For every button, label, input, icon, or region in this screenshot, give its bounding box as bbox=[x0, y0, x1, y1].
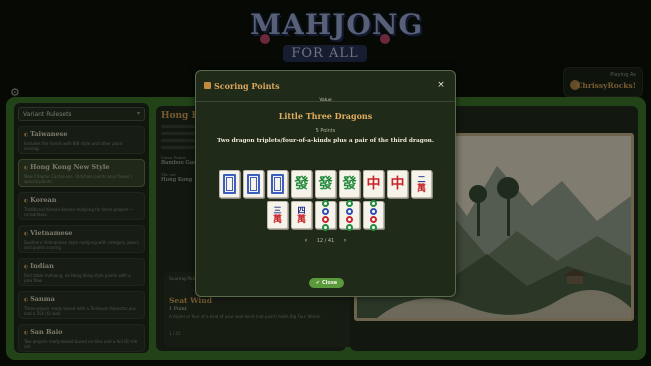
tile-number: 二 bbox=[417, 173, 426, 184]
tile-dot bbox=[370, 199, 377, 207]
pager: ‹ 12 / 41 › bbox=[196, 237, 455, 244]
tile-dot bbox=[322, 207, 329, 215]
tile-glyph: 發 bbox=[318, 176, 333, 192]
character-tile: 三萬 bbox=[267, 201, 288, 229]
tile-glyph: 中 bbox=[366, 176, 381, 192]
white-dragon-tile bbox=[219, 170, 240, 198]
white-dragon-frame bbox=[223, 174, 236, 194]
character-tile: 四萬 bbox=[291, 201, 312, 229]
hand-description: Two dragon triplets/four-of-a-kinds plus… bbox=[217, 138, 434, 144]
dots-tile bbox=[339, 199, 360, 231]
check-icon: ✔ bbox=[315, 280, 320, 286]
white-dragon-frame bbox=[247, 174, 260, 194]
tile-number: 三 bbox=[273, 204, 282, 215]
dots-tile bbox=[315, 199, 336, 231]
red-dragon-tile: 中 bbox=[387, 170, 408, 198]
tile-dot bbox=[322, 215, 329, 223]
tile-suit: 萬 bbox=[272, 214, 282, 225]
tile-dot bbox=[346, 215, 353, 223]
white-dragon-frame bbox=[271, 174, 284, 194]
tile-number: 四 bbox=[297, 204, 306, 215]
hand-name: Little Three Dragons bbox=[278, 111, 373, 121]
close-icon[interactable]: × bbox=[435, 79, 447, 91]
close-button[interactable]: ✔ Close bbox=[309, 278, 344, 288]
page-indicator: 12 / 41 bbox=[316, 238, 335, 244]
tile-dot bbox=[346, 207, 353, 215]
close-button-label: Close bbox=[322, 280, 338, 286]
white-dragon-tile bbox=[243, 170, 264, 198]
dots-tile bbox=[363, 199, 384, 231]
tile-dot bbox=[346, 199, 353, 207]
tile-glyph: 中 bbox=[390, 176, 405, 192]
tile-row-2: 三萬四萬 bbox=[196, 199, 455, 231]
green-dragon-tile: 發 bbox=[339, 170, 360, 198]
value-label: Value bbox=[319, 98, 332, 103]
tile-glyph: 發 bbox=[294, 176, 309, 192]
tile-dot bbox=[370, 207, 377, 215]
modal-title: Scoring Points bbox=[214, 81, 280, 91]
tile-suit: 萬 bbox=[416, 183, 426, 194]
tile-dot bbox=[346, 223, 353, 231]
prev-page-button[interactable]: ‹ bbox=[305, 237, 307, 244]
red-dragon-tile: 中 bbox=[363, 170, 384, 198]
tile-dot bbox=[322, 199, 329, 207]
character-tile: 二萬 bbox=[411, 170, 432, 198]
green-dragon-tile: 發 bbox=[291, 170, 312, 198]
tile-dot bbox=[370, 223, 377, 231]
scoring-points-modal: Scoring Points × Value Little Three Drag… bbox=[195, 70, 456, 297]
hand-points: 5 Points bbox=[315, 128, 336, 134]
tile-row-1: 發發發中中二萬 bbox=[196, 170, 455, 198]
next-page-button[interactable]: › bbox=[344, 237, 346, 244]
tile-dot bbox=[322, 223, 329, 231]
tile-glyph: 發 bbox=[342, 176, 357, 192]
tile-dot bbox=[370, 215, 377, 223]
book-icon bbox=[204, 82, 211, 89]
white-dragon-tile bbox=[267, 170, 288, 198]
green-dragon-tile: 發 bbox=[315, 170, 336, 198]
tile-suit: 萬 bbox=[296, 214, 306, 225]
